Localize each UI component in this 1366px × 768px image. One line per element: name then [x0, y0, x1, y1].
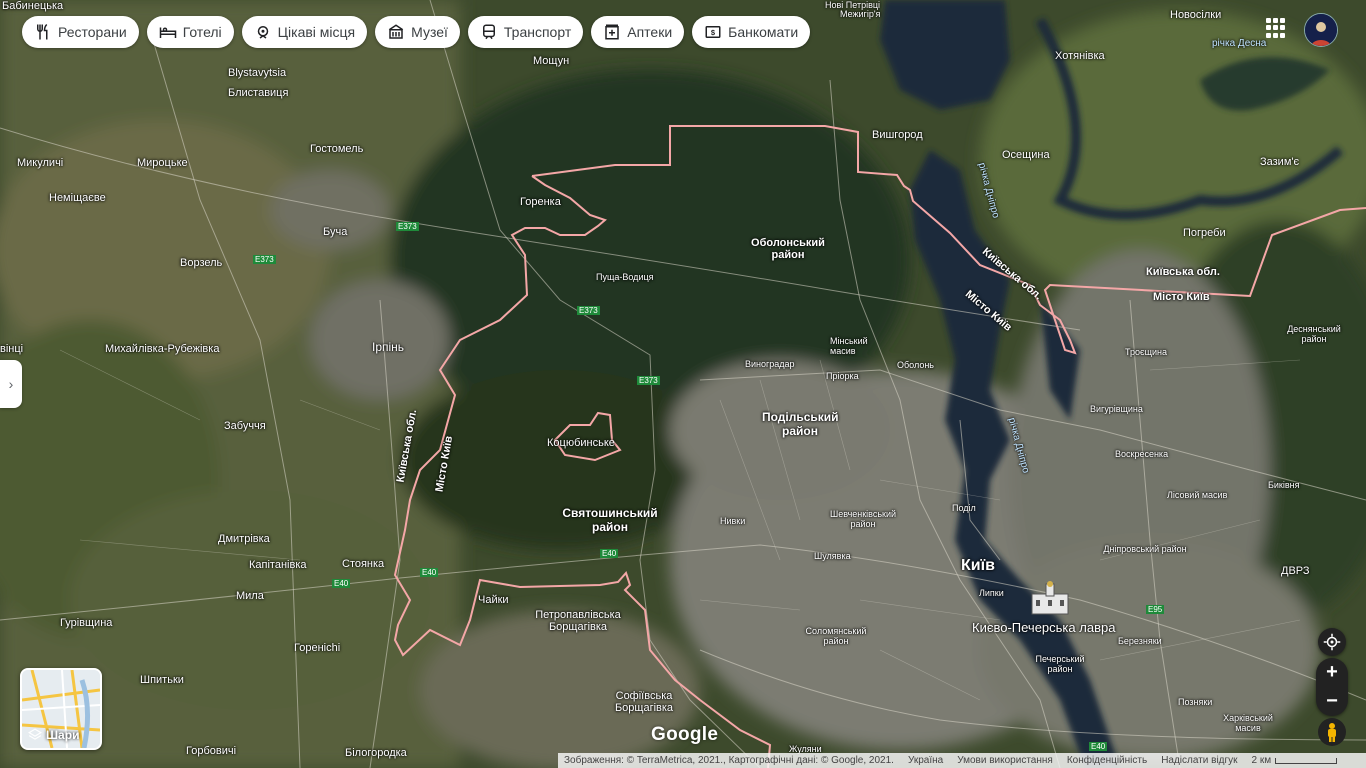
hotel-icon: [159, 27, 176, 38]
scale-bar[interactable]: 2 км: [1252, 755, 1338, 766]
chip-restaurants[interactable]: Ресторани: [22, 16, 139, 48]
chip-pharmacies[interactable]: Аптеки: [591, 16, 685, 48]
google-logo: Google: [651, 724, 719, 745]
chip-hotels[interactable]: Готелі: [146, 16, 234, 48]
attractions-icon: [257, 26, 268, 39]
map-footer: Зображення: © TerraMetrica, 2021., Карто…: [558, 753, 1366, 768]
category-chips: Ресторани Готелі Цікаві місця Музеї Тран…: [22, 16, 811, 48]
restaurant-icon: [37, 23, 48, 40]
privacy-link[interactable]: Конфіденційність: [1067, 755, 1147, 766]
feedback-link[interactable]: Надіслати відгук: [1161, 755, 1237, 766]
chip-label: Готелі: [182, 24, 222, 40]
svg-text:$: $: [711, 28, 716, 37]
atm-icon: $: [705, 26, 721, 38]
chip-label: Музеї: [411, 24, 448, 40]
crosshair-icon: [1323, 633, 1341, 651]
chip-atm[interactable]: $ Банкомати: [692, 16, 811, 48]
satellite-map[interactable]: [0, 0, 1366, 768]
layers-label: Шари: [46, 728, 80, 742]
layers-icon: [28, 728, 42, 740]
attribution-text: Зображення: © TerraMetrica, 2021., Карто…: [564, 755, 894, 766]
chip-transit[interactable]: Транспорт: [467, 16, 584, 48]
museum-icon: [388, 24, 404, 39]
zoom-controls: + −: [1316, 658, 1348, 716]
scale-line: [1275, 757, 1338, 764]
zoom-in-button[interactable]: +: [1316, 658, 1348, 687]
chip-label: Банкомати: [728, 24, 799, 40]
chip-museums[interactable]: Музеї: [375, 16, 460, 48]
scale-label: 2 км: [1251, 755, 1272, 766]
chip-label: Аптеки: [627, 24, 673, 40]
chevron-right-icon: ›: [8, 376, 14, 392]
transit-icon: [482, 24, 495, 40]
layers-button[interactable]: Шари: [20, 668, 102, 750]
chip-label: Транспорт: [503, 24, 572, 40]
pegman-icon: [1328, 723, 1336, 742]
zoom-out-button[interactable]: −: [1316, 687, 1348, 716]
my-location-button[interactable]: [1318, 628, 1346, 656]
chip-label: Цікаві місця: [277, 24, 356, 40]
chip-label: Ресторани: [58, 24, 127, 40]
terms-link[interactable]: Умови використання: [957, 755, 1053, 766]
expand-side-panel-button[interactable]: ›: [0, 360, 22, 408]
apps-grid-icon[interactable]: [1266, 18, 1286, 38]
layers-label-row: Шари: [28, 728, 79, 742]
country-link[interactable]: Україна: [908, 755, 943, 766]
pegman-street-view-button[interactable]: [1318, 718, 1346, 746]
account-avatar[interactable]: [1304, 13, 1338, 47]
pharmacy-icon: [605, 24, 619, 40]
chip-attractions[interactable]: Цікаві місця: [241, 16, 368, 48]
